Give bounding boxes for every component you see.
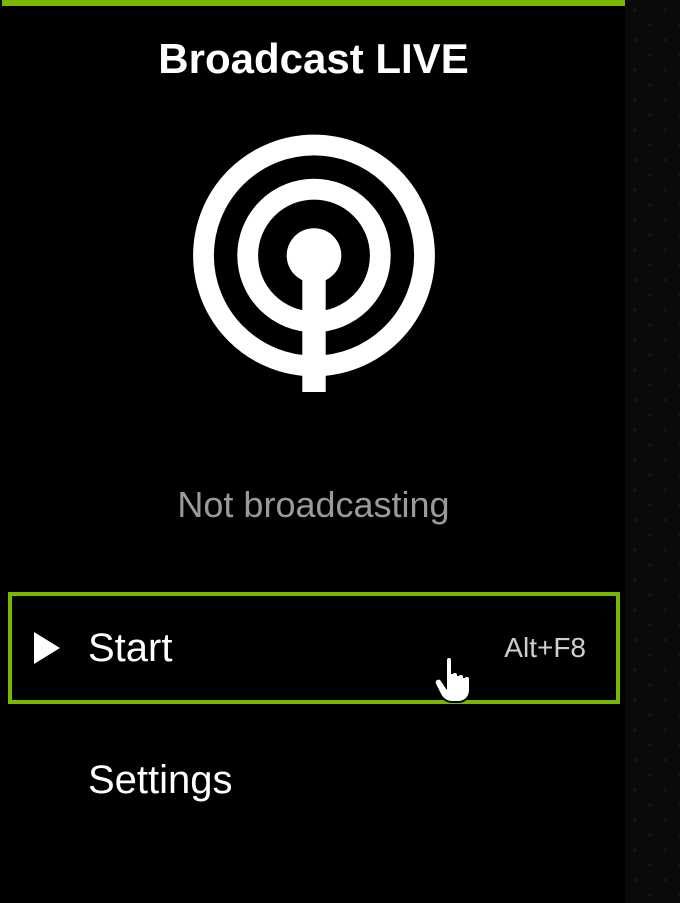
start-shortcut: Alt+F8: [504, 632, 586, 664]
play-icon: [34, 632, 60, 664]
settings-label: Settings: [88, 758, 233, 803]
panel-title: Broadcast LIVE: [2, 35, 625, 83]
accent-bar: [2, 0, 625, 6]
settings-button[interactable]: Settings: [8, 740, 620, 820]
broadcast-antenna-icon: [184, 132, 444, 392]
broadcast-panel: Broadcast LIVE Not broadcasting Start Al…: [2, 0, 625, 903]
background-texture: [625, 0, 680, 903]
broadcast-status: Not broadcasting: [2, 484, 625, 526]
start-button[interactable]: Start Alt+F8: [8, 592, 620, 704]
broadcast-icon-container: [2, 132, 625, 392]
start-label: Start: [88, 626, 504, 671]
